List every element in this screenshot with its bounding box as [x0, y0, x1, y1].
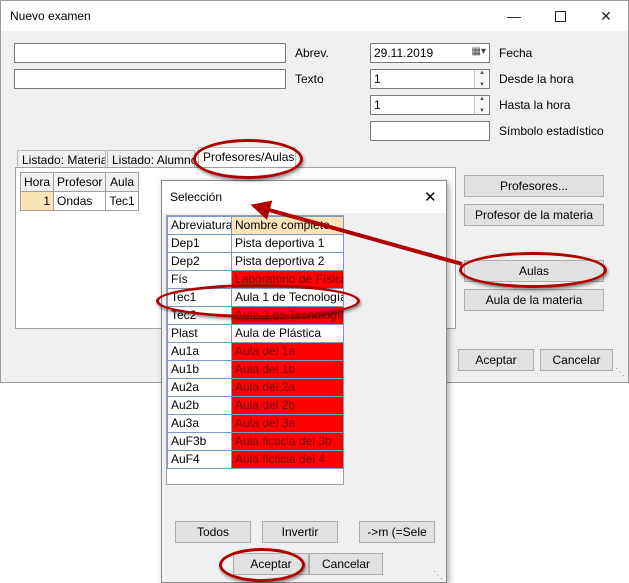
annotation-oval-aceptar	[219, 548, 305, 582]
annotation-oval-aulas	[459, 252, 607, 288]
annotation-oval-tec1	[156, 284, 360, 318]
annotation-oval-tab	[193, 139, 303, 179]
annotation-arrow	[250, 200, 463, 266]
